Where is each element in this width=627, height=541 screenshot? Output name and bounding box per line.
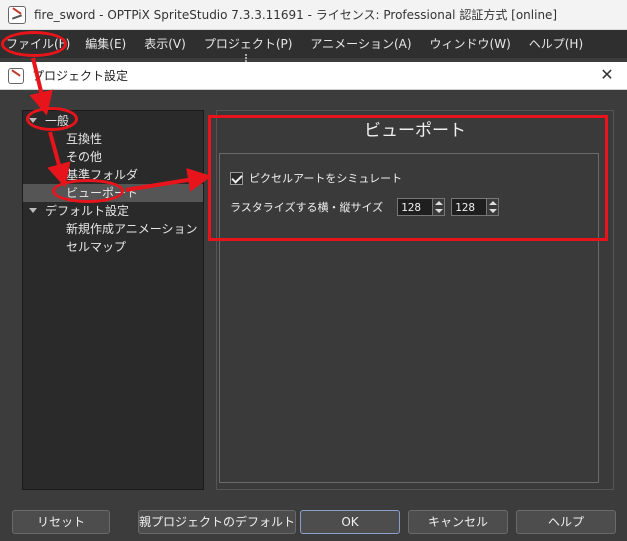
spin-up-icon[interactable]: [435, 201, 444, 205]
tree-item-cellmap[interactable]: セルマップ: [23, 238, 203, 256]
tree-item-label: 一般: [45, 114, 70, 128]
tree-item-compatibility[interactable]: 互換性: [23, 130, 203, 148]
dialog-title: プロジェクト設定: [32, 69, 129, 83]
tree-item-default-settings[interactable]: デフォルト設定: [23, 202, 203, 220]
spin-up-icon[interactable]: [489, 201, 498, 205]
spin-down-icon[interactable]: [435, 209, 444, 213]
expand-arrow-icon[interactable]: [29, 208, 37, 213]
app-icon: [8, 5, 26, 24]
spin-down-icon[interactable]: [489, 209, 498, 213]
rasterize-height-spinbox[interactable]: 128: [451, 198, 500, 216]
menu-view[interactable]: 表示(V): [135, 30, 195, 58]
window-title-bar: fire_sword - OPTPiX SpriteStudio 7.3.3.1…: [0, 0, 627, 30]
menu-bar: ファイル(F) 編集(E) 表示(V) プロジェクト(P) アニメーション(A)…: [0, 30, 627, 58]
rasterize-height-value[interactable]: 128: [452, 201, 475, 214]
menu-window[interactable]: ウィンドウ(W): [421, 30, 520, 58]
expand-arrow-icon[interactable]: [29, 118, 37, 123]
tree-item-new-animation[interactable]: 新規作成アニメーション: [23, 220, 203, 238]
tree-item-base-folder[interactable]: 基準フォルダ: [23, 166, 203, 184]
tree-item-label: 新規作成アニメーション: [66, 222, 198, 236]
tree-item-label: 互換性: [66, 132, 103, 146]
tree-item-label: デフォルト設定: [45, 204, 130, 218]
simulate-pixel-art-checkbox[interactable]: [230, 171, 243, 185]
tree-item-viewport[interactable]: ビューポート: [23, 184, 203, 202]
dialog-app-icon: [8, 67, 24, 84]
app-root: fire_sword - OPTPiX SpriteStudio 7.3.3.1…: [0, 0, 627, 541]
tree-item-label: 基準フォルダ: [66, 168, 139, 182]
tree-item-other[interactable]: その他: [23, 148, 203, 166]
parent-default-button[interactable]: 親プロジェクトのデフォルトにす: [138, 510, 296, 534]
spin-buttons[interactable]: [486, 199, 499, 215]
cancel-button[interactable]: キャンセル: [408, 510, 508, 534]
menu-help[interactable]: ヘルプ(H): [520, 30, 592, 58]
dialog-title-bar: プロジェクト設定 ✕: [0, 62, 627, 90]
menu-project[interactable]: プロジェクト(P): [195, 30, 302, 58]
rasterize-size-label: ラスタライズする横・縦サイズ: [230, 201, 384, 214]
ok-button[interactable]: OK: [300, 510, 400, 534]
settings-panel: ビューポート ピクセルアートをシミュレート ラスタライズする横・縦サイズ 128: [216, 110, 614, 490]
close-icon[interactable]: ✕: [597, 65, 617, 85]
window-title: fire_sword - OPTPiX SpriteStudio 7.3.3.1…: [34, 8, 558, 22]
rasterize-width-value[interactable]: 128: [398, 201, 421, 214]
tree-item-label: セルマップ: [66, 240, 127, 254]
project-settings-dialog: プロジェクト設定 ✕ 一般 互換性 その他 基準フォルダ ビューポート デフォル…: [0, 62, 627, 541]
menu-animation[interactable]: アニメーション(A): [301, 30, 420, 58]
spin-buttons[interactable]: [432, 199, 445, 215]
viewport-settings-group: ピクセルアートをシミュレート ラスタライズする横・縦サイズ 128 128: [219, 153, 599, 483]
tree-item-general[interactable]: 一般: [23, 112, 203, 130]
menu-file[interactable]: ファイル(F): [0, 30, 76, 58]
help-button[interactable]: ヘルプ: [516, 510, 616, 534]
settings-category-tree: 一般 互換性 その他 基準フォルダ ビューポート デフォルト設定 新規作成アニメ…: [22, 110, 204, 490]
simulate-pixel-art-row[interactable]: ピクセルアートをシミュレート: [230, 170, 402, 186]
tree-item-label: ビューポート: [66, 186, 139, 200]
menu-edit[interactable]: 編集(E): [76, 30, 135, 58]
panel-title: ビューポート: [364, 121, 466, 141]
simulate-pixel-art-label: ピクセルアートをシミュレート: [249, 172, 403, 185]
reset-button[interactable]: リセット: [12, 510, 110, 534]
tree-item-label: その他: [66, 150, 103, 164]
rasterize-size-row: ラスタライズする横・縦サイズ 128 128: [230, 198, 500, 216]
rasterize-width-spinbox[interactable]: 128: [397, 198, 446, 216]
